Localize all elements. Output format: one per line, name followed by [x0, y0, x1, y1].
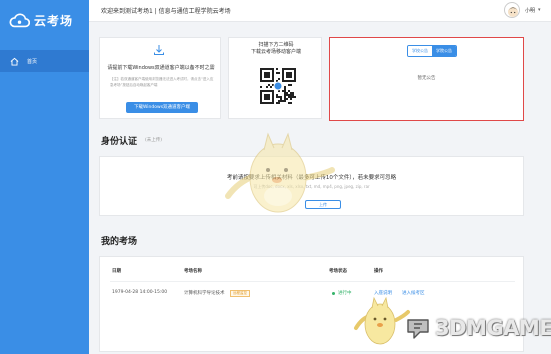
username[interactable]: 小明 [525, 7, 535, 14]
download-icon [154, 45, 164, 55]
download-description: 【注】若双通道客户端使用浏览器无法进入考试时，请点击“进入应急考场”按钮后自动唤… [110, 77, 214, 87]
column-header-actions: 操作 [374, 269, 383, 274]
avatar[interactable] [504, 2, 520, 18]
column-header-status: 考场状态 [329, 269, 347, 274]
sidebar: 云考场 首页 [0, 0, 89, 354]
app-logo[interactable]: 云考场 [9, 10, 73, 30]
app-name: 云考场 [34, 13, 74, 28]
cloud-logo-icon [9, 12, 30, 27]
mascot-corner-icon [354, 296, 410, 345]
notice-empty-text: 暂无公告 [417, 76, 436, 81]
notice-tabs: 学校公告 学院公告 [407, 45, 457, 57]
exam-date: 1979-04-28 14:00-15:00 [112, 290, 168, 295]
qr-title-line2: 下载云考场移动客户端 [250, 49, 301, 55]
qr-title-line1: 扫描下方二维码 [258, 42, 294, 48]
notice-card: 学校公告 学院公告 暂无公告 [329, 37, 524, 121]
home-icon [10, 57, 19, 66]
table-divider [110, 281, 515, 282]
qr-code-image [260, 68, 296, 104]
exam-name[interactable]: 计算机科学导论技术 [184, 290, 225, 296]
top-bar: 欢迎来到测试考场1 | 信息与通信工程学院云考场 小明 ▾ [89, 0, 551, 22]
status-dot-icon [332, 292, 335, 295]
welcome-text: 欢迎来到测试考场1 | 信息与通信工程学院云考场 [101, 8, 231, 15]
tab-school-notice[interactable]: 学校公告 [408, 46, 432, 56]
mascot-overlay-icon [225, 132, 335, 213]
download-client-button[interactable]: 下载Windows双通道客户端 [126, 102, 198, 113]
identity-section-title: 身份认证 [101, 137, 138, 147]
watermark-logo-icon [407, 319, 429, 339]
sidebar-item-home[interactable]: 首页 [0, 50, 89, 72]
watermark: 3DMGAME [404, 314, 551, 342]
qr-card: 扫描下方二维码 下载云考场移动客户端 [228, 37, 322, 119]
column-header-name: 考场名称 [184, 269, 202, 274]
identity-status: (未上传) [145, 138, 163, 143]
qr-title: 扫描下方二维码 下载云考场移动客户端 [229, 42, 323, 56]
exam-status: 进行中 [338, 291, 352, 296]
download-title: 请提前下载Windows双通道客户端以备不时之需 [107, 65, 215, 71]
chevron-down-icon[interactable]: ▾ [538, 7, 541, 13]
column-header-date: 日期 [112, 269, 121, 274]
exam-badge: 远程监控 [230, 290, 250, 297]
exams-section-title: 我的考场 [101, 237, 138, 247]
sidebar-item-label: 首页 [27, 58, 38, 65]
download-card: 请提前下载Windows双通道客户端以备不时之需 【注】若双通道客户端使用浏览器… [99, 37, 221, 119]
tab-college-notice[interactable]: 学院公告 [432, 46, 456, 56]
watermark-text: 3DMGAME [435, 316, 551, 340]
avatar-face-icon [508, 7, 518, 17]
